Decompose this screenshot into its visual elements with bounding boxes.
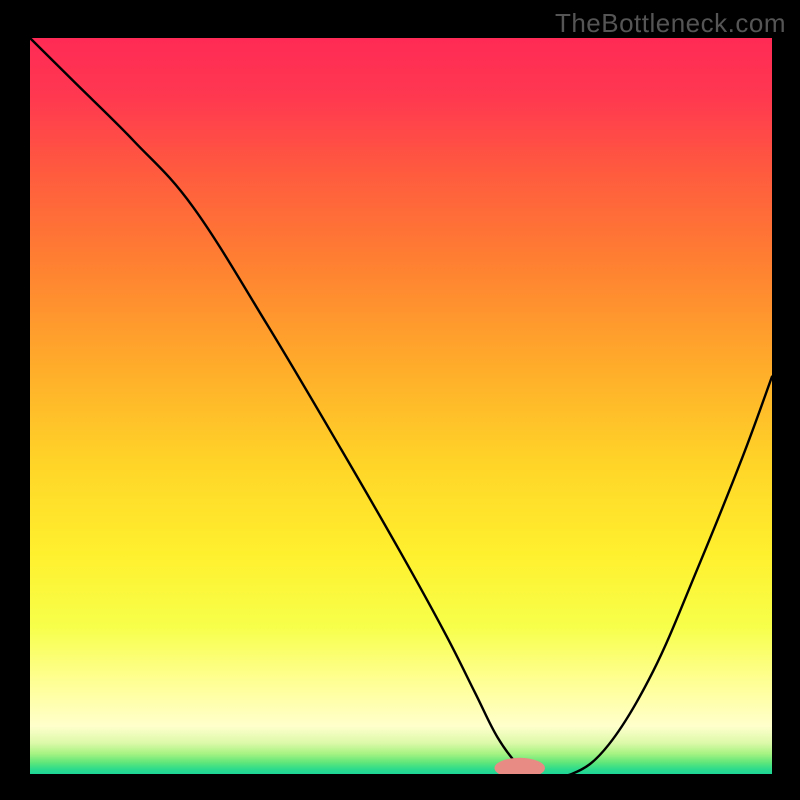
plot-svg (30, 38, 772, 774)
plot-area (30, 38, 772, 774)
watermark-text: TheBottleneck.com (555, 8, 786, 39)
chart-container: TheBottleneck.com (0, 0, 800, 800)
